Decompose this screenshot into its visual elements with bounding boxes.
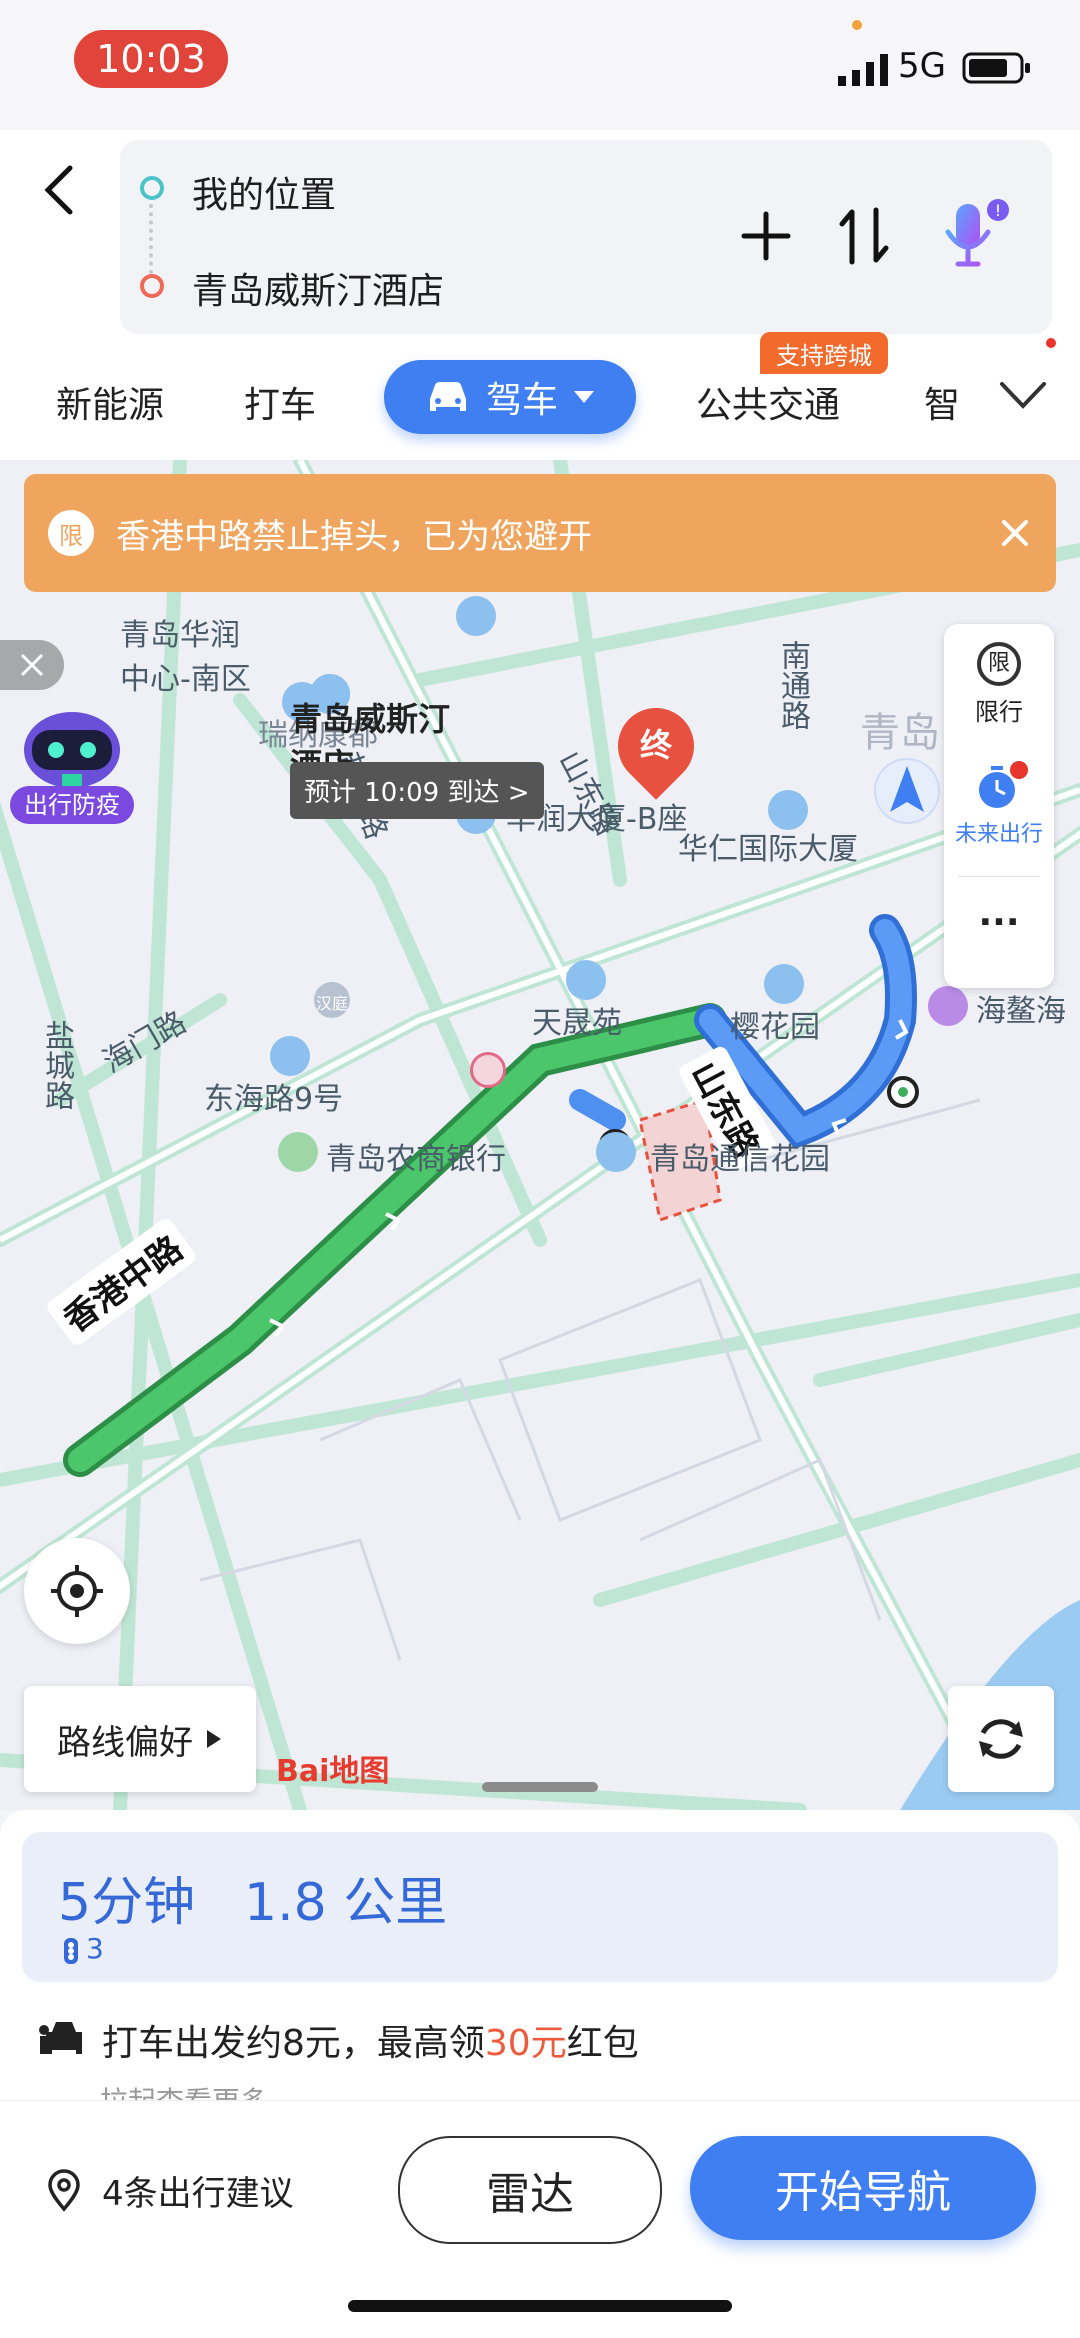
restriction-text: 香港中路禁止掉头，已为您避开 [116, 516, 592, 557]
poi-huarun-south[interactable]: 青岛华润 中心-南区 [120, 610, 251, 698]
poi-tongxin[interactable]: 青岛通信花园 [650, 1134, 830, 1178]
destination-field[interactable]: 青岛威斯汀酒店 [192, 262, 444, 314]
refresh-button[interactable] [948, 1686, 1054, 1792]
tab-taxi[interactable]: 打车 [244, 376, 316, 428]
location-pin-icon [48, 2168, 80, 2212]
route-connector [149, 204, 157, 274]
poi-haiao[interactable]: 海鳌海 [976, 986, 1066, 1030]
poi-yinghua[interactable]: 樱花园 [730, 1002, 820, 1046]
tab-red-dot [1046, 338, 1056, 348]
network-label: 5G [898, 46, 946, 86]
map-side-panel: 限 限行 未来出行 ··· [944, 624, 1054, 988]
poi-hanting: 汉庭 [315, 994, 348, 1013]
taxi-promo-suffix: 红包 [566, 2023, 639, 2064]
tab-public-transit[interactable]: 公共交通 [696, 376, 840, 428]
timer-icon [979, 761, 1028, 808]
restrict-button[interactable]: 限 限行 [944, 642, 1054, 727]
taxi-promo-prefix: 打车出发约8元，最高领 [102, 2023, 485, 2064]
end-marker-label: 终 [639, 726, 672, 764]
orange-dot-indicator [852, 20, 862, 30]
status-bar: 10:03 5G [0, 0, 1080, 130]
building-icon [596, 1132, 636, 1172]
route-duration: 5分钟 [58, 1873, 196, 1933]
battery-icon [962, 52, 1030, 84]
traffic-light-icon [64, 1938, 78, 1964]
divider [958, 876, 1040, 877]
chevron-down-icon[interactable] [998, 380, 1048, 410]
map-logo: Bai地图 [276, 1754, 390, 1789]
taxi-icon [39, 2022, 82, 2054]
restrict-label: 限行 [975, 698, 1023, 726]
signal-icon [838, 54, 888, 86]
cross-city-badge: 支持跨城 [760, 332, 888, 374]
car-icon [429, 382, 466, 411]
location-arrow-icon [874, 758, 940, 824]
poi-tiansheng[interactable]: 天晟苑 [532, 998, 622, 1042]
restrict-icon: 限 [977, 642, 1021, 686]
building-icon [566, 960, 606, 1000]
mic-icon[interactable]: ! [940, 198, 1012, 278]
traffic-light-count: 3 [86, 1932, 104, 1965]
tab-drive[interactable]: 驾车 [384, 360, 636, 434]
expand-hint: 拉起查看更多 [100, 2080, 268, 2100]
origin-field[interactable]: 我的位置 [192, 166, 336, 218]
radar-button[interactable]: 雷达 [398, 2136, 662, 2244]
caret-down-icon [574, 391, 594, 403]
restriction-badge: 限 [48, 510, 94, 556]
road-label-nantong: 南通路 [775, 640, 810, 730]
road-label-yancheng: 盐城路 [39, 1020, 74, 1110]
map-view[interactable]: 香港中路 山东路 山东路 盐都路 海门路 盐城路 南通路 青岛 青岛华润中心-南… [0, 460, 1080, 1810]
future-trip-button[interactable]: 未来出行 [944, 760, 1054, 848]
caret-right-icon [207, 1730, 221, 1748]
route-summary-card[interactable]: 5分钟 1.8 公里 3 [22, 1832, 1058, 1982]
building-icon [270, 1036, 310, 1076]
taxi-promo[interactable]: 打车出发约8元，最高领 30元 红包 [38, 2014, 639, 2066]
route-input-card: 我的位置 青岛威斯汀酒店 ! [120, 140, 1052, 334]
suggestions-button[interactable]: 4条出行建议 [44, 2166, 294, 2215]
suggestions-label: 4条出行建议 [102, 2174, 294, 2214]
taxi-promo-amount: 30元 [484, 2023, 567, 2064]
epidemic-widget[interactable]: 出行防疫 [10, 700, 134, 824]
close-icon [20, 653, 44, 677]
building-icon [456, 596, 496, 636]
restriction-banner: 限 香港中路禁止掉头，已为您避开 [24, 474, 1056, 592]
status-time: 10:03 [74, 30, 228, 88]
poi-nongshang[interactable]: 青岛农商银行 [326, 1134, 506, 1178]
plus-icon[interactable] [738, 208, 794, 264]
tab-drive-label: 驾车 [485, 380, 558, 421]
eta-tag[interactable]: 预计 10:09 到达 > [290, 762, 544, 819]
home-indicator [348, 2300, 732, 2312]
route-preference-button[interactable]: 路线偏好 [24, 1686, 256, 1792]
route-distance: 1.8 公里 [244, 1873, 448, 1933]
route-preference-label: 路线偏好 [57, 1722, 193, 1763]
swap-icon[interactable] [838, 206, 890, 266]
start-navigation-button[interactable]: 开始导航 [690, 2136, 1036, 2240]
destination-dot-icon [140, 274, 164, 298]
area-label-qingdao: 青岛 [860, 710, 940, 756]
refresh-icon [979, 1719, 1023, 1759]
robot-icon [24, 712, 120, 788]
locate-button[interactable] [24, 1538, 130, 1644]
close-icon[interactable] [1000, 518, 1030, 548]
bank-icon [278, 1132, 318, 1172]
future-trip-label: 未来出行 [954, 822, 1043, 847]
origin-dot-icon [140, 176, 164, 200]
more-button[interactable]: ··· [944, 902, 1054, 943]
epidemic-label: 出行防疫 [10, 786, 134, 824]
locate-icon [51, 1565, 103, 1617]
poi-donghai[interactable]: 东海路9号 [204, 1074, 343, 1118]
shop-icon [928, 986, 968, 1026]
building-icon [764, 964, 804, 1004]
poi-huaren[interactable]: 华仁国际大厦 [678, 824, 858, 868]
tab-new-energy[interactable]: 新能源 [56, 376, 164, 428]
epidemic-close-button[interactable] [0, 640, 64, 690]
metro-icon [470, 1052, 506, 1088]
tab-smart[interactable]: 智 [924, 376, 960, 428]
sheet-drag-handle[interactable] [482, 1782, 598, 1792]
back-arrow-icon[interactable] [40, 162, 80, 218]
svg-text:!: ! [995, 201, 1001, 220]
